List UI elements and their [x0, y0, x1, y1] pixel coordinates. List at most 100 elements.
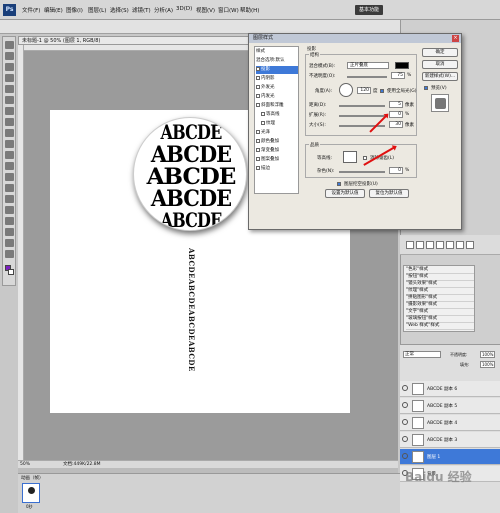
- cancel-button[interactable]: 取消: [422, 60, 458, 69]
- checkbox-icon[interactable]: [261, 111, 265, 116]
- workspace-essentials-button[interactable]: 基本功能: [355, 5, 383, 15]
- style-item-inner-glow[interactable]: 内发光: [256, 93, 298, 101]
- layer-opacity-field[interactable]: 100%: [480, 351, 496, 358]
- style-library-item[interactable]: "Web 样式"样式: [406, 322, 474, 330]
- menu-analysis[interactable]: 分析(A): [154, 6, 173, 14]
- hand-tool-icon[interactable]: [5, 239, 14, 247]
- pen-tool-icon[interactable]: [5, 195, 14, 203]
- distance-field[interactable]: 5: [389, 101, 403, 108]
- new-style-button[interactable]: 新建样式(W)...: [422, 72, 458, 81]
- opacity-slider[interactable]: [347, 76, 387, 78]
- menu-window[interactable]: 窗口(W): [218, 6, 239, 14]
- style-swatch[interactable]: [426, 241, 434, 249]
- blur-tool-icon[interactable]: [5, 173, 14, 181]
- menu-file[interactable]: 文件(F): [22, 6, 40, 14]
- crop-tool-icon[interactable]: [5, 85, 14, 93]
- angle-field[interactable]: 120: [357, 87, 371, 94]
- checkbox-icon[interactable]: [256, 75, 260, 80]
- menu-3d[interactable]: 3D(D): [176, 6, 192, 12]
- checkbox-icon[interactable]: [256, 156, 260, 161]
- style-swatch[interactable]: [446, 241, 454, 249]
- style-item-styles[interactable]: 样式: [256, 48, 298, 56]
- close-icon[interactable]: ×: [452, 35, 459, 42]
- style-swatch[interactable]: [406, 241, 414, 249]
- eye-icon[interactable]: [402, 385, 408, 391]
- opacity-field[interactable]: 75: [391, 72, 405, 79]
- distance-slider[interactable]: [339, 105, 385, 107]
- dodge-tool-icon[interactable]: [5, 184, 14, 192]
- zoom-level[interactable]: 50%: [20, 461, 30, 468]
- global-light-checkbox[interactable]: [380, 89, 384, 93]
- checkbox-icon[interactable]: [256, 147, 260, 152]
- style-swatch[interactable]: [456, 241, 464, 249]
- menu-view[interactable]: 视图(V): [196, 6, 215, 14]
- style-item-gradient-overlay[interactable]: 渐变叠加: [256, 147, 298, 155]
- menu-edit[interactable]: 编辑(E): [44, 6, 63, 14]
- menu-help[interactable]: 帮助(H): [240, 6, 259, 14]
- style-item-contour[interactable]: 等高线: [256, 111, 298, 119]
- frame-delay[interactable]: 0秒: [26, 504, 33, 510]
- layer-row[interactable]: ABCDE 副本 3: [400, 432, 500, 448]
- healing-tool-icon[interactable]: [5, 107, 14, 115]
- checkbox-icon[interactable]: [256, 84, 260, 89]
- spread-slider[interactable]: [339, 115, 385, 117]
- antialias-checkbox[interactable]: [363, 156, 367, 160]
- document-tab[interactable]: 未标题-1 @ 50% (图层 1, RGB/8): [18, 36, 250, 45]
- eye-icon[interactable]: [402, 419, 408, 425]
- style-item-satin[interactable]: 光泽: [256, 129, 298, 137]
- layer-row-selected[interactable]: 图层 1: [400, 449, 500, 465]
- menu-image[interactable]: 图像(I): [66, 6, 83, 14]
- move-tool-icon[interactable]: [5, 41, 14, 49]
- style-swatch[interactable]: [416, 241, 424, 249]
- checkbox-icon[interactable]: [256, 138, 260, 143]
- zoom-tool-icon[interactable]: [5, 250, 14, 258]
- menu-filter[interactable]: 滤镜(T): [132, 6, 151, 14]
- shape-tool-icon[interactable]: [5, 228, 14, 236]
- gradient-tool-icon[interactable]: [5, 162, 14, 170]
- style-item-stroke[interactable]: 描边: [256, 165, 298, 173]
- eye-icon[interactable]: [402, 453, 408, 459]
- path-select-tool-icon[interactable]: [5, 217, 14, 225]
- noise-slider[interactable]: [339, 171, 385, 173]
- size-field[interactable]: 30: [389, 121, 403, 128]
- checkbox-icon[interactable]: [256, 102, 260, 107]
- style-swatch[interactable]: [436, 241, 444, 249]
- checkbox-icon[interactable]: [256, 129, 260, 134]
- knockout-checkbox[interactable]: [337, 182, 341, 186]
- layer-row[interactable]: ABCDE 副本 4: [400, 415, 500, 431]
- angle-dial-icon[interactable]: [339, 83, 353, 97]
- checkbox-icon[interactable]: [256, 66, 260, 71]
- style-item-bevel[interactable]: 斜面和浮雕: [256, 102, 298, 110]
- menu-select[interactable]: 选择(S): [110, 6, 129, 14]
- animation-frame[interactable]: [22, 483, 40, 503]
- layer-row[interactable]: ABCDE 副本 6: [400, 381, 500, 397]
- checkbox-icon[interactable]: [256, 165, 260, 170]
- type-tool-icon[interactable]: [5, 206, 14, 214]
- contour-picker-icon[interactable]: [343, 151, 357, 163]
- shadow-color-swatch[interactable]: [395, 62, 409, 69]
- style-swatch[interactable]: [466, 241, 474, 249]
- eraser-tool-icon[interactable]: [5, 151, 14, 159]
- animation-tab[interactable]: 动画（帧）: [21, 475, 44, 481]
- style-item-drop-shadow[interactable]: 投影: [256, 66, 298, 75]
- set-default-button[interactable]: 设置为默认值: [325, 189, 365, 198]
- history-brush-tool-icon[interactable]: [5, 140, 14, 148]
- eye-icon[interactable]: [402, 402, 408, 408]
- style-item-outer-glow[interactable]: 外发光: [256, 84, 298, 92]
- style-item-inner-shadow[interactable]: 内阴影: [256, 75, 298, 83]
- menu-layer[interactable]: 图层(L): [88, 6, 106, 14]
- layer-row[interactable]: ABCDE 副本 5: [400, 398, 500, 414]
- stamp-tool-icon[interactable]: [5, 129, 14, 137]
- spread-field[interactable]: 0: [389, 111, 403, 118]
- magic-wand-tool-icon[interactable]: [5, 74, 14, 82]
- checkbox-icon[interactable]: [256, 93, 260, 98]
- style-item-color-overlay[interactable]: 颜色叠加: [256, 138, 298, 146]
- style-item-blending[interactable]: 混合选项:默认: [256, 57, 298, 65]
- checkbox-icon[interactable]: [261, 120, 265, 125]
- style-item-texture[interactable]: 纹理: [256, 120, 298, 128]
- ok-button[interactable]: 确定: [422, 48, 458, 57]
- marquee-tool-icon[interactable]: [5, 52, 14, 60]
- blend-mode-select[interactable]: 正片叠底: [347, 62, 389, 69]
- eyedropper-tool-icon[interactable]: [5, 96, 14, 104]
- background-color-swatch[interactable]: [8, 269, 14, 275]
